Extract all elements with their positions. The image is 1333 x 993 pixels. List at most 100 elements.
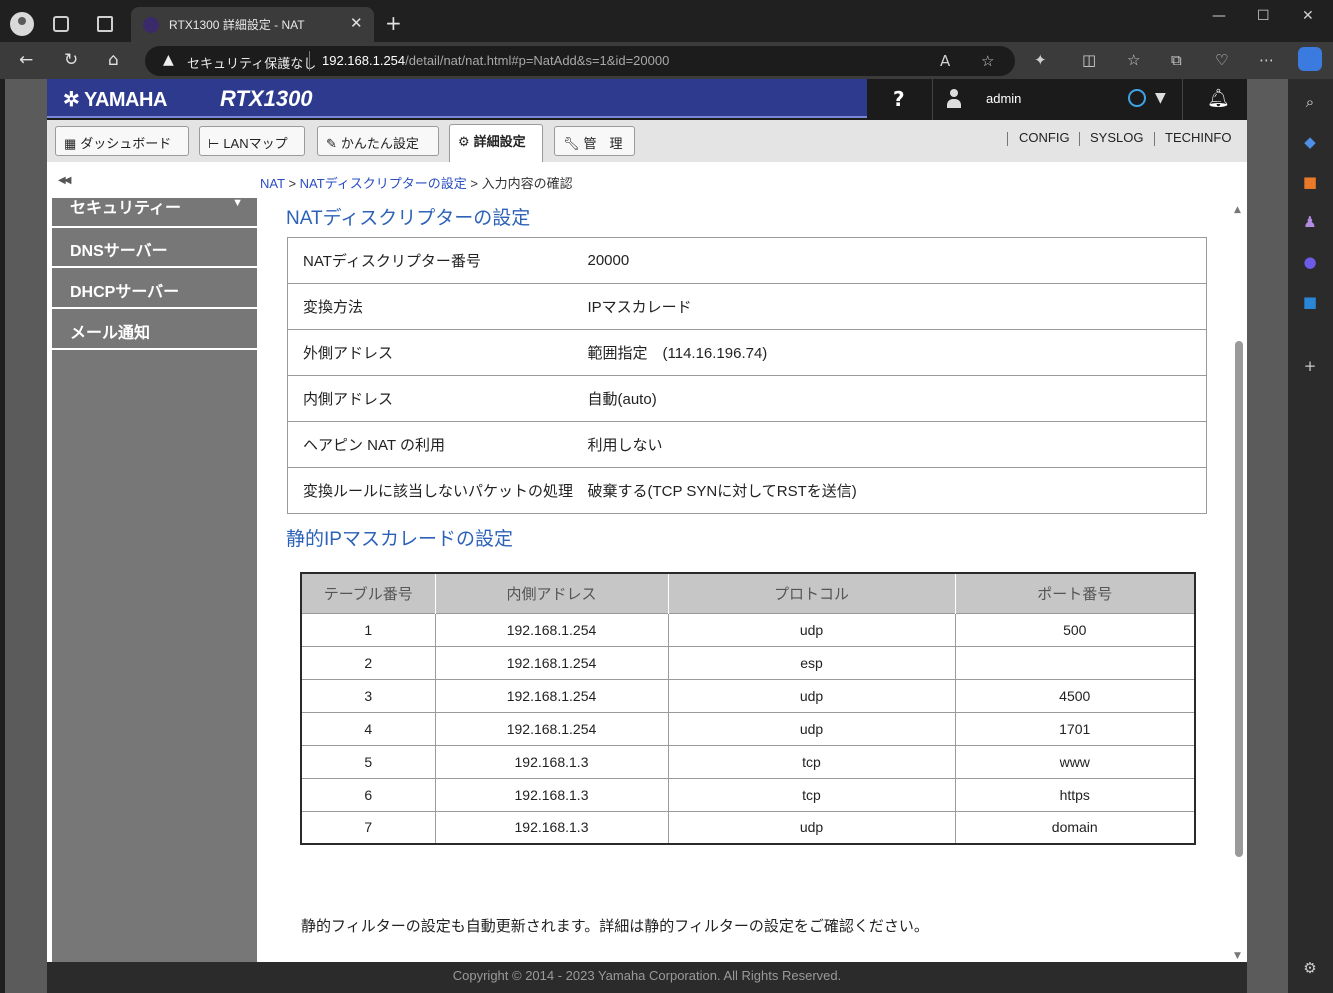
- model-name: RTX1300: [220, 86, 313, 111]
- table-row: 6 192.168.1.3 tcp https: [301, 777, 1196, 811]
- breadcrumb-sep: >: [470, 176, 479, 191]
- column-header: ポート番号: [955, 573, 1196, 613]
- lanmap-label: LANマップ: [223, 136, 288, 151]
- breadcrumb-root[interactable]: NAT: [260, 176, 285, 191]
- setting-label: 内側アドレス: [287, 375, 588, 422]
- copilot-icon[interactable]: ●: [1300, 253, 1320, 273]
- split-screen-icon[interactable]: ◫: [1082, 51, 1096, 69]
- nav-item-label: メール通知: [70, 325, 151, 342]
- home-icon[interactable]: ⌂: [108, 50, 119, 70]
- scroll-thumb[interactable]: [1235, 341, 1243, 857]
- detail-settings-tab[interactable]: ⚙ 詳細設定: [449, 124, 543, 162]
- tools-icon[interactable]: ■: [1300, 173, 1320, 193]
- setting-value: 破棄する(TCP SYNに対してRSTを送信): [587, 467, 1207, 514]
- minimize-icon[interactable]: —: [1212, 8, 1226, 24]
- table-row: 3 192.168.1.254 udp 4500: [301, 678, 1196, 712]
- link-divider: [1154, 132, 1155, 146]
- table-cell: 5: [301, 744, 436, 778]
- nav-item-security[interactable]: セキュリティー ▼: [52, 186, 257, 228]
- refresh-icon[interactable]: ↻: [64, 50, 78, 70]
- main-menu: ▦ ダッシュボード ⊢ LANマップ ✎ かんたん設定 ⚙ 詳細設定 🔧︎ 管 理 CON…: [47, 120, 1247, 162]
- table-cell: 2: [301, 645, 436, 679]
- games-icon[interactable]: ♟: [1300, 213, 1320, 233]
- scroll-up-icon[interactable]: ▲: [1234, 205, 1241, 215]
- edge-sidebar: ⌕ ◆ ■ ♟ ● ■ + ⚙: [1288, 79, 1333, 993]
- table-row: 5 192.168.1.3 tcp www: [301, 744, 1196, 778]
- table-cell: 192.168.1.254: [435, 612, 669, 646]
- setting-label: 変換方法: [287, 283, 588, 330]
- window-close-icon[interactable]: ✕: [1302, 8, 1314, 24]
- content-scrollbar[interactable]: ▲ ▼: [1230, 203, 1247, 963]
- config-link[interactable]: CONFIG: [1019, 130, 1070, 145]
- collections-icon[interactable]: ⧉: [1171, 51, 1182, 69]
- shopping-tag-icon[interactable]: ◆: [1300, 133, 1320, 153]
- breadcrumb-parent[interactable]: NATディスクリプターの設定: [300, 176, 467, 191]
- notification-bell-icon[interactable]: 🔔︎: [1207, 88, 1230, 109]
- profile-icon[interactable]: [10, 12, 34, 36]
- brand-text: YAMAHA: [83, 89, 167, 111]
- techinfo-link[interactable]: TECHINFO: [1165, 130, 1231, 145]
- user-menu-caret-icon[interactable]: ▼: [1155, 90, 1166, 106]
- section-title-nat-descriptor: NATディスクリプターの設定: [286, 208, 531, 229]
- dashboard-icon: ▦: [64, 136, 77, 151]
- settings-gear-icon[interactable]: ⚙: [1300, 959, 1320, 979]
- url-host: 192.168.1.254: [322, 53, 406, 68]
- table-cell: udp: [668, 810, 956, 844]
- setting-label: 変換ルールに該当しないパケットの処理: [287, 467, 588, 514]
- url-divider: [309, 51, 310, 71]
- url-field[interactable]: ▲ セキュリティ保護なし 192.168.1.254/detail/nat/na…: [145, 46, 1015, 76]
- user-name[interactable]: admin: [986, 91, 1021, 106]
- column-header: テーブル番号: [301, 573, 436, 613]
- add-sidebar-icon[interactable]: +: [1300, 357, 1320, 377]
- table-cell: 3: [301, 678, 436, 712]
- read-aloud-icon[interactable]: A: [940, 52, 950, 70]
- new-tab-icon[interactable]: +: [385, 11, 402, 35]
- easy-setup-label: かんたん設定: [340, 136, 419, 151]
- nav-item-mail[interactable]: メール通知: [52, 310, 257, 350]
- detail-settings-label: 詳細設定: [473, 134, 526, 149]
- yamaha-logo: ✲ YAMAHA: [63, 89, 167, 111]
- setting-value: IPマスカレード: [587, 283, 1207, 330]
- browser-tab[interactable]: RTX1300 詳細設定 - NAT ✕: [131, 7, 374, 42]
- lanmap-button[interactable]: ⊢ LANマップ: [199, 126, 305, 156]
- help-button[interactable]: ?: [893, 87, 905, 111]
- tab-title: RTX1300 詳細設定 - NAT: [169, 18, 305, 32]
- extensions-icon[interactable]: ✦: [1034, 51, 1047, 69]
- performance-icon[interactable]: ♡: [1215, 51, 1228, 69]
- favorites-icon[interactable]: ☆: [1127, 51, 1140, 69]
- dashboard-button[interactable]: ▦ ダッシュボード: [55, 126, 189, 156]
- nav-item-label: DHCPサーバー: [70, 284, 180, 301]
- workspaces-icon[interactable]: [53, 16, 69, 32]
- collapse-sidebar-icon[interactable]: ◀◀: [58, 175, 71, 186]
- outlook-icon[interactable]: ■: [1300, 293, 1320, 313]
- copilot-button-icon[interactable]: [1298, 47, 1322, 71]
- search-icon[interactable]: ⌕: [1300, 93, 1320, 113]
- maximize-icon[interactable]: ☐: [1257, 8, 1270, 24]
- syslog-link[interactable]: SYSLOG: [1090, 130, 1143, 145]
- setting-value: 自動(auto): [587, 375, 1207, 422]
- nav-item-dhcp[interactable]: DHCPサーバー: [52, 269, 257, 309]
- table-cell: https: [955, 777, 1196, 811]
- browser-tabbar: RTX1300 詳細設定 - NAT ✕ + — ☐ ✕: [0, 0, 1333, 42]
- back-icon[interactable]: ←: [19, 50, 33, 70]
- nav-item-dns[interactable]: DNSサーバー: [52, 228, 257, 268]
- setting-row: 内側アドレス 自動(auto): [287, 375, 1207, 422]
- table-cell: 192.168.1.3: [435, 777, 669, 811]
- table-cell: 1701: [955, 711, 1196, 745]
- favorite-star-icon[interactable]: ☆: [981, 52, 994, 70]
- table-cell: 192.168.1.3: [435, 744, 669, 778]
- table-cell: udp: [668, 711, 956, 745]
- security-label: セキュリティ保護なし: [187, 56, 317, 71]
- manage-button[interactable]: 🔧︎ 管 理: [554, 126, 635, 156]
- more-menu-icon[interactable]: ⋯: [1259, 51, 1274, 69]
- easy-setup-button[interactable]: ✎ かんたん設定: [317, 126, 439, 156]
- scroll-down-icon[interactable]: ▼: [1234, 951, 1241, 961]
- table-cell: tcp: [668, 777, 956, 811]
- close-tab-icon[interactable]: ✕: [350, 14, 363, 32]
- setting-value: 20000: [587, 237, 1207, 284]
- table-cell: udp: [668, 612, 956, 646]
- tab-actions-icon[interactable]: [97, 16, 113, 32]
- nav-item-label: セキュリティー: [70, 200, 182, 217]
- nat-descriptor-table: NATディスクリプター番号 20000 変換方法 IPマスカレード 外側アドレス 範囲指定…: [287, 237, 1207, 514]
- table-cell: 192.168.1.254: [435, 645, 669, 679]
